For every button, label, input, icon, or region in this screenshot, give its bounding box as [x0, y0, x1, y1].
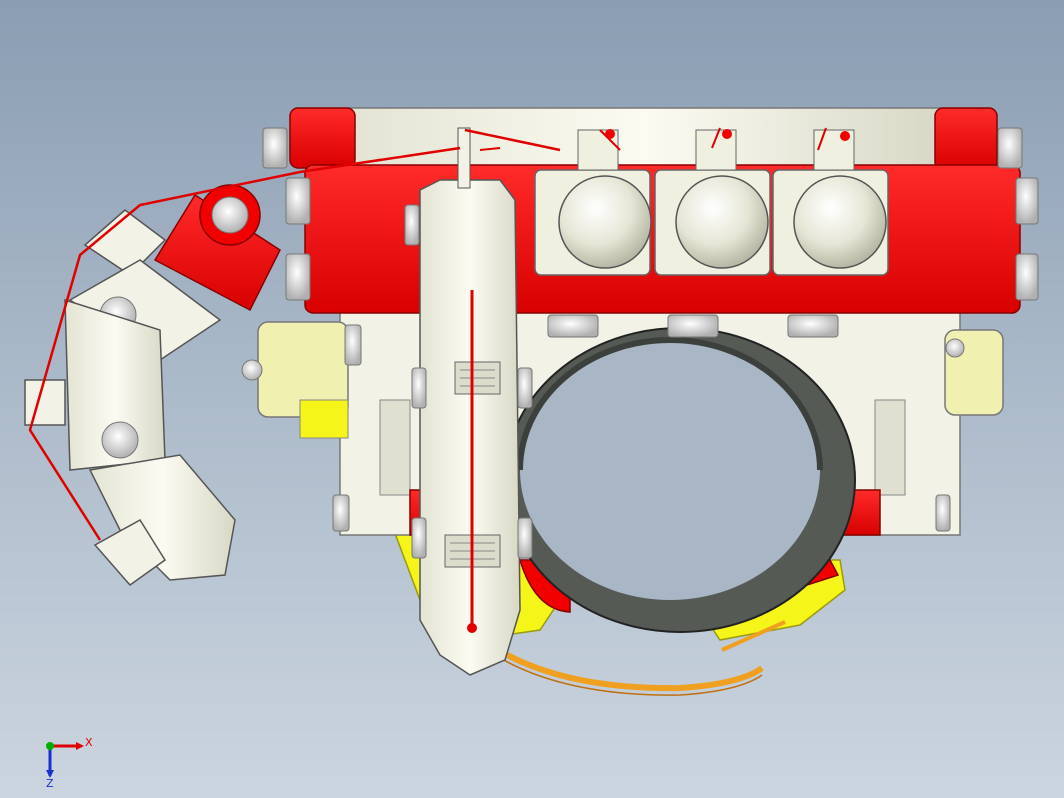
right-yellow-box — [944, 329, 1004, 416]
x-axis-label: X — [85, 736, 93, 749]
left-yellow-box — [241, 321, 349, 439]
cad-model-render[interactable] — [0, 0, 1064, 798]
z-axis-label: Z — [46, 777, 54, 788]
3d-viewport[interactable]: X Z — [0, 0, 1064, 798]
ball-units — [534, 129, 889, 276]
spring-upper — [454, 361, 501, 395]
y-axis-dot — [46, 742, 54, 750]
orientation-triad[interactable]: X Z — [38, 728, 98, 788]
x-axis-arrow — [76, 742, 84, 750]
vertical-arm — [404, 127, 533, 676]
clamp-ring — [504, 327, 856, 633]
